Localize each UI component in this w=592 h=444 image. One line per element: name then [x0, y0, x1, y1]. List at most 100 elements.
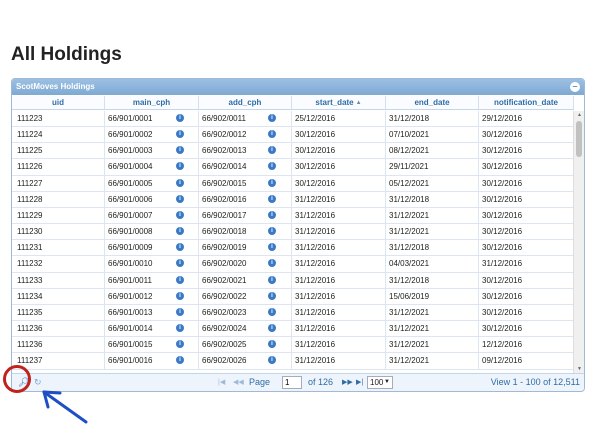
info-icon[interactable]: i: [176, 162, 184, 171]
cell-end-date: 31/12/2021: [386, 207, 479, 224]
cell-text: 66/902/0018: [202, 227, 247, 237]
cell-text: 05/12/2021: [389, 178, 430, 188]
info-icon[interactable]: i: [176, 194, 184, 203]
prev-page-icon[interactable]: ◀◀: [233, 378, 244, 386]
cell-start-date: 30/12/2016: [292, 175, 386, 191]
cell-text: 111223: [17, 114, 43, 123]
info-icon[interactable]: i: [176, 178, 184, 187]
cell-text: 111225: [17, 146, 43, 156]
info-icon[interactable]: i: [268, 210, 276, 219]
info-icon[interactable]: i: [268, 259, 276, 268]
table-row[interactable]: 111233 66/901/0011 i 66/902/0021 i 31/12/2016…: [12, 272, 574, 289]
info-icon[interactable]: i: [268, 178, 276, 187]
table-row[interactable]: 111237 66/901/0016 i 66/902/0026 i 31/12/2016…: [12, 353, 574, 370]
info-icon[interactable]: i: [176, 275, 184, 284]
info-icon[interactable]: i: [268, 162, 276, 171]
info-icon[interactable]: i: [176, 114, 184, 122]
vertical-scrollbar[interactable]: ▲ ▼: [573, 111, 584, 373]
info-icon[interactable]: i: [268, 307, 276, 316]
cell-add-cph: 66/902/0025 i: [199, 337, 292, 353]
info-icon[interactable]: i: [176, 291, 184, 300]
info-icon[interactable]: i: [268, 194, 276, 203]
collapse-icon[interactable]: –: [570, 82, 580, 92]
cell-text: 30/12/2016: [482, 178, 523, 188]
sort-asc-icon[interactable]: ▲: [356, 100, 362, 106]
column-header-uid[interactable]: uid: [12, 96, 105, 109]
info-icon[interactable]: i: [268, 243, 276, 252]
next-page-icon[interactable]: ▶▶: [342, 378, 353, 386]
info-icon[interactable]: i: [176, 227, 184, 236]
column-header-notification-date[interactable]: notification_date: [479, 96, 574, 109]
cell-uid: 111223: [12, 111, 105, 127]
info-icon[interactable]: i: [176, 324, 184, 333]
cell-uid: 111237: [12, 353, 105, 369]
cell-notification-date: 09/12/2016: [479, 353, 574, 369]
cell-text: 111227: [17, 178, 43, 188]
info-icon[interactable]: i: [176, 243, 184, 252]
cell-main-cph: 66/901/0006 i: [105, 191, 199, 207]
table-row[interactable]: 111236 66/901/0014 i 66/902/0024 i 31/12/2016…: [12, 321, 574, 338]
cell-text: 31/12/2021: [389, 210, 430, 220]
scroll-thumb[interactable]: [576, 121, 582, 157]
info-icon[interactable]: i: [176, 340, 184, 349]
table-row[interactable]: 111234 66/901/0012 i 66/902/0022 i 31/12/2016…: [12, 288, 574, 305]
info-icon[interactable]: i: [268, 291, 276, 300]
cell-text: 31/12/2016: [295, 291, 336, 301]
cell-text: 66/901/0012: [108, 291, 153, 301]
cell-text: 30/12/2016: [482, 130, 523, 140]
table-row[interactable]: 111228 66/901/0006 i 66/902/0016 i 31/12/2016…: [12, 191, 574, 208]
info-icon[interactable]: i: [176, 130, 184, 139]
cell-uid: 111233: [12, 272, 105, 288]
info-icon[interactable]: i: [268, 146, 276, 155]
table-row[interactable]: 111225 66/901/0003 i 66/902/0013 i 30/12/2016…: [12, 143, 574, 160]
column-header-end-date[interactable]: end_date: [386, 96, 479, 109]
cell-main-cph: 66/901/0010 i: [105, 256, 199, 272]
cell-add-cph: 66/902/0022 i: [199, 288, 292, 304]
cell-end-date: 31/12/2018: [386, 111, 479, 127]
info-icon[interactable]: i: [176, 356, 184, 365]
info-icon[interactable]: i: [268, 340, 276, 349]
info-icon[interactable]: i: [176, 259, 184, 268]
table-row[interactable]: 111224 66/901/0002 i 66/902/0012 i 30/12/2016…: [12, 127, 574, 144]
cell-add-cph: 66/902/0021 i: [199, 272, 292, 288]
scroll-up-icon[interactable]: ▲: [574, 111, 584, 119]
refresh-icon[interactable]: ↻: [34, 377, 42, 388]
cell-text: 66/901/0016: [108, 356, 153, 366]
scroll-down-icon[interactable]: ▼: [574, 365, 584, 373]
info-icon[interactable]: i: [176, 210, 184, 219]
cell-text: 66/901/0001: [108, 114, 153, 123]
cell-add-cph: 66/902/0019 i: [199, 240, 292, 256]
table-row[interactable]: 111236 66/901/0015 i 66/902/0025 i 31/12/2016…: [12, 337, 574, 354]
cell-main-cph: 66/901/0007 i: [105, 207, 199, 224]
table-row[interactable]: 111232 66/901/0010 i 66/902/0020 i 31/12/2016…: [12, 256, 574, 273]
info-icon[interactable]: i: [268, 227, 276, 236]
cell-add-cph: 66/902/0015 i: [199, 175, 292, 191]
cell-start-date: 30/12/2016: [292, 127, 386, 143]
last-page-icon[interactable]: ▶|: [356, 378, 363, 386]
info-icon[interactable]: i: [268, 114, 276, 122]
rows-per-page-select[interactable]: 100 ▼: [367, 376, 393, 389]
table-row[interactable]: 111226 66/901/0004 i 66/902/0014 i 30/12/2016…: [12, 159, 574, 176]
info-icon[interactable]: i: [176, 146, 184, 155]
cell-text: 07/10/2021: [389, 130, 430, 140]
table-row[interactable]: 111231 66/901/0009 i 66/902/0019 i 31/12/2016…: [12, 240, 574, 257]
info-icon[interactable]: i: [268, 275, 276, 284]
column-header-start-date[interactable]: start_date ▲: [292, 96, 386, 109]
table-row[interactable]: 111223 66/901/0001 i 66/902/0011 i 25/12/2016…: [12, 111, 574, 128]
info-icon[interactable]: i: [268, 356, 276, 365]
info-icon[interactable]: i: [268, 130, 276, 139]
table-row[interactable]: 111229 66/901/0007 i 66/902/0017 i 31/12/2016…: [12, 207, 574, 225]
grid-caption-text: ScotMoves Holdings: [16, 82, 95, 91]
page-number-input[interactable]: [282, 376, 302, 389]
cell-text: 66/902/0011: [202, 114, 246, 123]
first-page-icon[interactable]: |◀: [218, 378, 225, 386]
table-row[interactable]: 111235 66/901/0013 i 66/902/0023 i 31/12/2016…: [12, 304, 574, 322]
cell-text: 31/12/2016: [295, 324, 336, 334]
table-row[interactable]: 111230 66/901/0008 i 66/902/0018 i 31/12/2016…: [12, 224, 574, 241]
info-icon[interactable]: i: [176, 307, 184, 316]
cell-end-date: 05/12/2021: [386, 175, 479, 191]
column-header-add-cph[interactable]: add_cph: [199, 96, 292, 109]
table-row[interactable]: 111227 66/901/0005 i 66/902/0015 i 30/12/2016…: [12, 175, 574, 192]
column-header-main-cph[interactable]: main_cph: [105, 96, 199, 109]
info-icon[interactable]: i: [268, 324, 276, 333]
